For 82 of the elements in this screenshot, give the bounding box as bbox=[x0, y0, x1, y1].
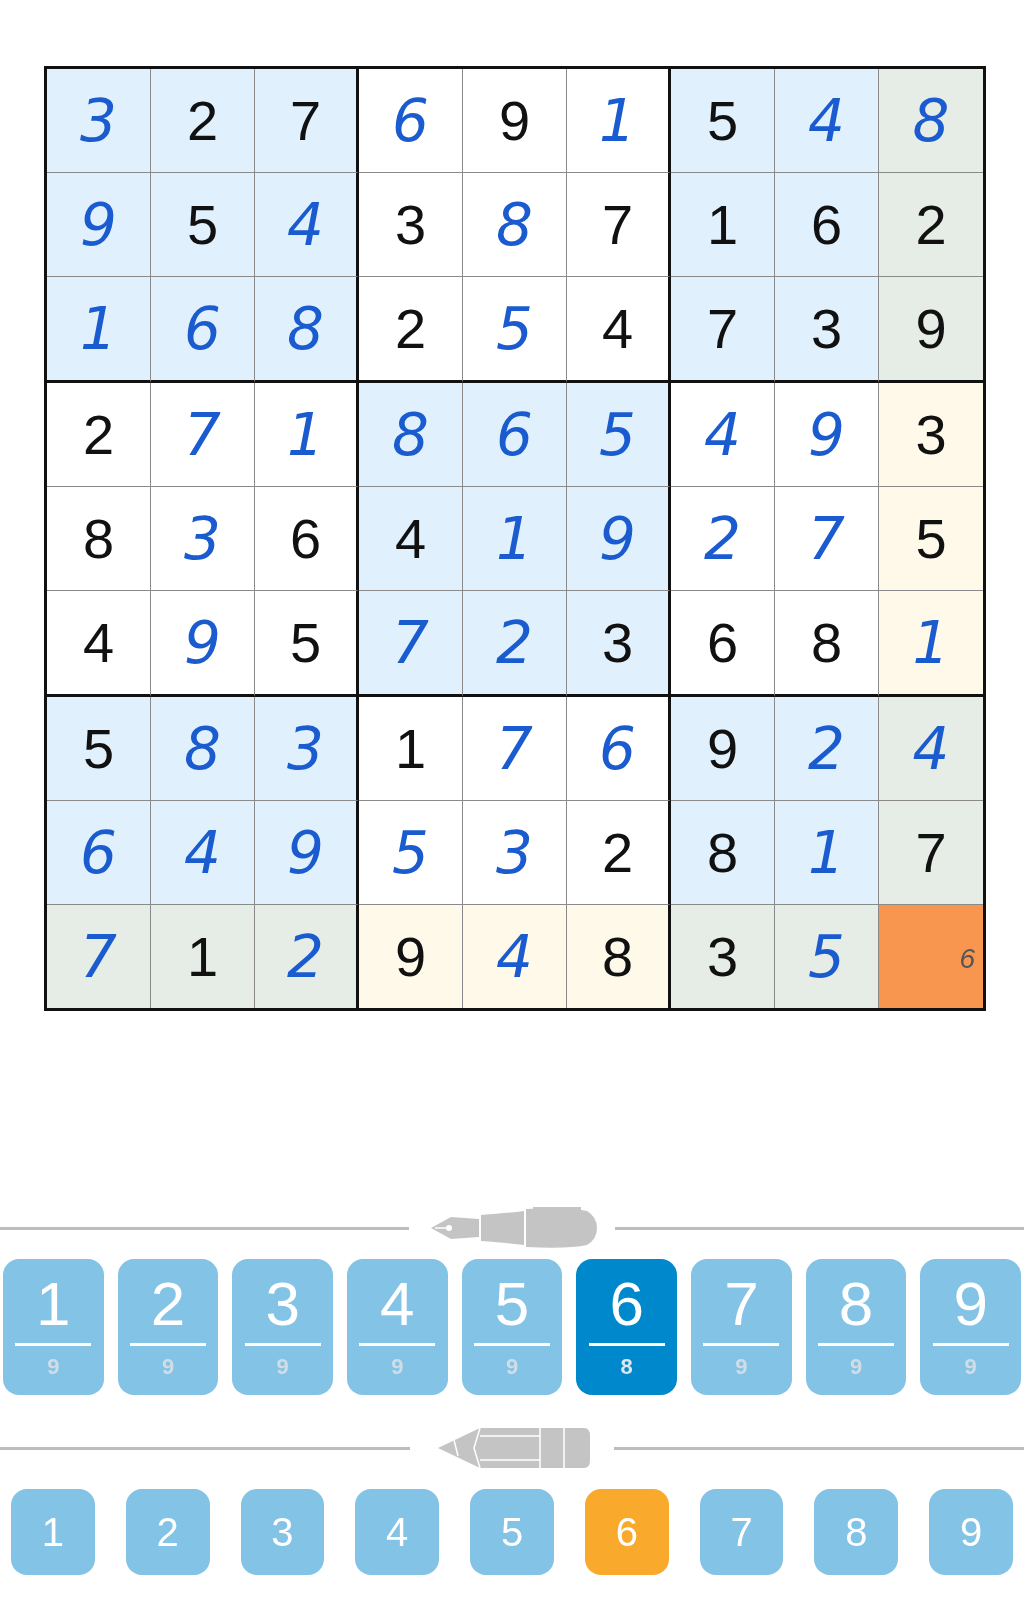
grid-cell[interactable]: 5 bbox=[47, 697, 151, 801]
grid-cell[interactable]: 7 bbox=[879, 801, 983, 905]
grid-cell[interactable]: 2 bbox=[255, 905, 359, 1008]
grid-cell[interactable]: 7 bbox=[775, 487, 879, 591]
grid-cell[interactable]: 1 bbox=[463, 487, 567, 591]
grid-cell[interactable]: 3 bbox=[151, 487, 255, 591]
grid-cell[interactable]: 9 bbox=[255, 801, 359, 905]
grid-cell[interactable]: 1 bbox=[671, 173, 775, 277]
grid-cell[interactable]: 4 bbox=[775, 69, 879, 173]
grid-cell[interactable]: 8 bbox=[255, 277, 359, 383]
grid-cell[interactable]: 5 bbox=[671, 69, 775, 173]
grid-cell[interactable]: 1 bbox=[879, 591, 983, 697]
grid-cell[interactable]: 8 bbox=[359, 383, 463, 487]
grid-cell[interactable]: 9 bbox=[151, 591, 255, 697]
grid-cell[interactable]: 6 bbox=[359, 69, 463, 173]
grid-cell[interactable]: 9 bbox=[463, 69, 567, 173]
grid-cell[interactable]: 5 bbox=[879, 487, 983, 591]
grid-cell[interactable]: 9 bbox=[359, 905, 463, 1008]
grid-cell[interactable]: 4 bbox=[151, 801, 255, 905]
grid-cell[interactable]: 4 bbox=[879, 697, 983, 801]
grid-cell[interactable]: 1 bbox=[567, 69, 671, 173]
grid-cell[interactable]: 7 bbox=[463, 697, 567, 801]
grid-cell[interactable]: 1 bbox=[775, 801, 879, 905]
grid-cell[interactable]: 8 bbox=[879, 69, 983, 173]
grid-cell[interactable]: 8 bbox=[567, 905, 671, 1008]
grid-cell[interactable]: 8 bbox=[151, 697, 255, 801]
grid-cell[interactable]: 6 bbox=[775, 173, 879, 277]
grid-cell[interactable]: 4 bbox=[567, 277, 671, 383]
grid-cell[interactable]: 1 bbox=[255, 383, 359, 487]
grid-cell[interactable]: 6 bbox=[151, 277, 255, 383]
grid-cell[interactable]: 3 bbox=[463, 801, 567, 905]
grid-cell[interactable]: 1 bbox=[359, 697, 463, 801]
grid-cell[interactable]: 7 bbox=[255, 69, 359, 173]
grid-cell[interactable]: 3 bbox=[567, 591, 671, 697]
grid-cell[interactable]: 2 bbox=[47, 383, 151, 487]
grid-cell[interactable]: 7 bbox=[47, 905, 151, 1008]
grid-cell[interactable]: 8 bbox=[775, 591, 879, 697]
grid-cell[interactable]: 9 bbox=[47, 173, 151, 277]
grid-cell[interactable]: 5 bbox=[255, 591, 359, 697]
grid-cell[interactable]: 2 bbox=[151, 69, 255, 173]
grid-cell[interactable]: 8 bbox=[47, 487, 151, 591]
grid-cell[interactable]: 5 bbox=[359, 801, 463, 905]
grid-cell[interactable]: 4 bbox=[255, 173, 359, 277]
grid-cell[interactable]: 9 bbox=[567, 487, 671, 591]
grid-cell[interactable]: 3 bbox=[255, 697, 359, 801]
grid-cell[interactable]: 3 bbox=[47, 69, 151, 173]
digit-button[interactable]: 6 8 bbox=[576, 1259, 678, 1395]
grid-cell[interactable]: 7 bbox=[567, 173, 671, 277]
grid-cell[interactable]: 9 bbox=[775, 383, 879, 487]
grid-cell[interactable]: 2 bbox=[671, 487, 775, 591]
grid-cell[interactable]: 2 bbox=[359, 277, 463, 383]
grid-cell[interactable]: 2 bbox=[775, 697, 879, 801]
grid-cell[interactable]: 6 bbox=[567, 697, 671, 801]
grid-cell[interactable]: 4 bbox=[359, 487, 463, 591]
grid-cell[interactable]: 6 bbox=[463, 383, 567, 487]
grid-cell[interactable]: 2 bbox=[463, 591, 567, 697]
grid-cell[interactable]: 2 bbox=[879, 173, 983, 277]
grid-cell[interactable]: 3 bbox=[879, 383, 983, 487]
grid-cell[interactable]: 2 bbox=[567, 801, 671, 905]
grid-cell[interactable]: 6 bbox=[671, 591, 775, 697]
grid-cell[interactable]: 1 bbox=[151, 905, 255, 1008]
grid-cell[interactable]: 3 bbox=[775, 277, 879, 383]
grid-cell[interactable]: 3 bbox=[359, 173, 463, 277]
grid-cell[interactable]: 3 bbox=[671, 905, 775, 1008]
grid-cell[interactable]: 5 bbox=[463, 277, 567, 383]
grid-cell[interactable]: 4 bbox=[671, 383, 775, 487]
grid-cell[interactable]: 8 bbox=[671, 801, 775, 905]
grid-cell[interactable]: 9 bbox=[879, 277, 983, 383]
grid-cell[interactable]: 5 bbox=[567, 383, 671, 487]
grid-cell[interactable]: 4 bbox=[47, 591, 151, 697]
grid-cell[interactable]: 7 bbox=[359, 591, 463, 697]
grid-cell[interactable]: 6 bbox=[255, 487, 359, 591]
grid-cell[interactable]: 6 bbox=[879, 905, 983, 1008]
grid-cell[interactable]: 4 bbox=[463, 905, 567, 1008]
grid-cell[interactable]: 7 bbox=[151, 383, 255, 487]
grid-cell[interactable]: 5 bbox=[775, 905, 879, 1008]
grid-cell[interactable]: 8 bbox=[463, 173, 567, 277]
grid-cell[interactable]: 9 bbox=[671, 697, 775, 801]
grid-cell[interactable]: 5 bbox=[151, 173, 255, 277]
grid-cell[interactable]: 7 bbox=[671, 277, 775, 383]
grid-cell[interactable]: 6 bbox=[47, 801, 151, 905]
grid-cell[interactable]: 1 bbox=[47, 277, 151, 383]
